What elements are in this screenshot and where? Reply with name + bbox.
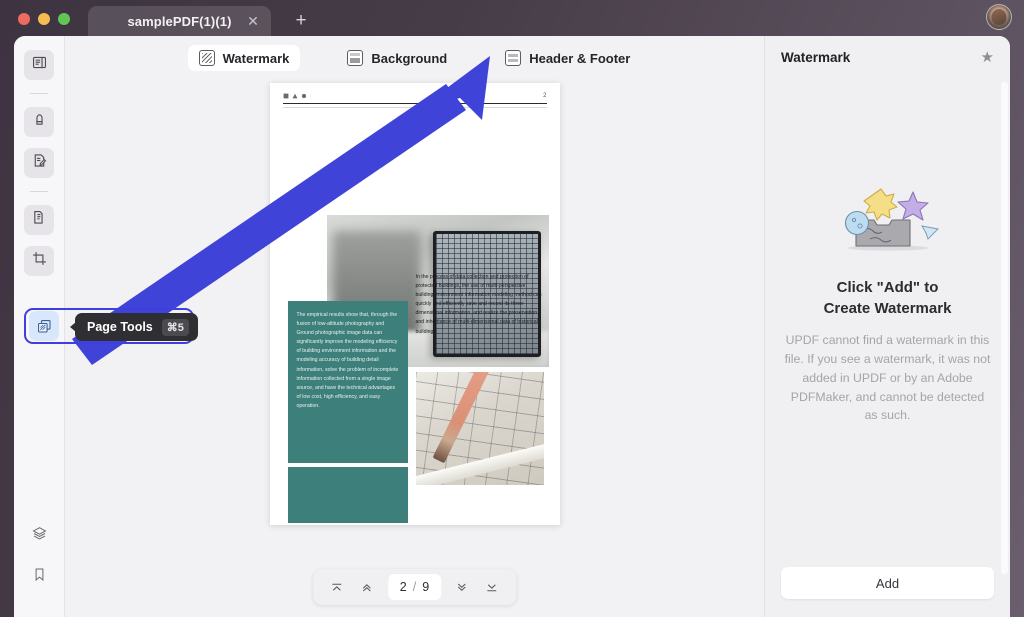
pdf-photo-blueprint: [416, 372, 544, 485]
pages-copy-icon: [31, 209, 48, 231]
panel-empty-state: Click "Add" to Create Watermark UPDF can…: [765, 78, 1010, 567]
empty-state-description: UPDF cannot find a watermark in this fil…: [783, 331, 992, 424]
pdf-body-text: In the process of data collection and pr…: [416, 273, 542, 337]
empty-state-title: Click "Add" to Create Watermark: [824, 278, 952, 319]
next-page-icon[interactable]: [448, 574, 476, 600]
avatar[interactable]: [986, 4, 1012, 30]
crop-icon: [31, 250, 48, 272]
last-page-icon[interactable]: [478, 574, 506, 600]
sidebar-item-page-tools[interactable]: Page Tools ⌘5: [24, 308, 194, 344]
app-window: Page Tools ⌘5 Watermark Background Heade…: [14, 36, 1010, 617]
tab-header-footer[interactable]: Header & Footer: [494, 45, 641, 71]
page-rule: [283, 103, 547, 104]
empty-state-title-text: Click "Add" to Create Watermark: [824, 279, 952, 317]
add-watermark-button[interactable]: Add: [781, 567, 994, 599]
tab-title: samplePDF(1)(1): [127, 14, 231, 29]
page-number-input[interactable]: 2 / 9: [388, 574, 441, 600]
close-icon[interactable]: ✕: [246, 14, 260, 28]
book-reader-icon: [31, 54, 48, 76]
layers-icon: [31, 525, 48, 547]
sidebar-item-reader[interactable]: [24, 50, 54, 80]
sidebar-item-layers[interactable]: [24, 521, 54, 551]
panel-scrollbar[interactable]: [1001, 82, 1008, 574]
sidebar-divider: [30, 191, 48, 192]
close-window-button[interactable]: [18, 13, 30, 25]
tab-background-label: Background: [371, 51, 447, 66]
title-bar: samplePDF(1)(1) ✕ +: [0, 0, 1024, 36]
page-rule-secondary: [283, 107, 547, 108]
sidebar-item-organize-pages[interactable]: [24, 205, 54, 235]
sidebar-item-edit-pdf[interactable]: [24, 148, 54, 178]
page-tools-icon: [29, 311, 59, 341]
panel-header: Watermark ★: [765, 36, 1010, 78]
empty-box-icon: [830, 180, 946, 256]
star-icon[interactable]: ★: [981, 50, 994, 65]
pdf-page-number: 2: [543, 93, 546, 99]
first-page-icon[interactable]: [323, 574, 351, 600]
current-page-value: 2: [400, 580, 407, 594]
tooltip-label: Page Tools: [87, 320, 153, 334]
maximize-window-button[interactable]: [58, 13, 70, 25]
pdf-page: 2 The empirical results show that, throu…: [270, 83, 560, 525]
minimize-window-button[interactable]: [38, 13, 50, 25]
previous-page-icon[interactable]: [353, 574, 381, 600]
sidebar-divider: [30, 93, 48, 94]
edit-document-icon: [31, 152, 48, 174]
page-navigation[interactable]: 2 / 9: [313, 569, 516, 605]
plus-icon[interactable]: +: [291, 11, 311, 30]
feature-toolbar: Watermark Background Header & Footer: [65, 36, 764, 74]
watermark-icon: [199, 50, 215, 66]
sidebar-bottom-group: [14, 521, 64, 603]
sidebar-item-annotate[interactable]: [24, 107, 54, 137]
pdf-teal-text-box: The empirical results show that, through…: [288, 301, 408, 463]
tab-header-footer-label: Header & Footer: [529, 51, 630, 66]
watermark-panel: Watermark ★ Click "Add" to: [764, 36, 1010, 617]
pdf-viewer[interactable]: 2 The empirical results show that, throu…: [65, 74, 764, 617]
page-tools-tooltip: Page Tools ⌘5: [75, 313, 198, 341]
window-controls[interactable]: [0, 13, 70, 36]
tooltip-shortcut: ⌘5: [162, 319, 189, 336]
pdf-page-header: 2: [283, 83, 547, 101]
pdf-teal-block: [288, 467, 408, 523]
header-footer-icon: [505, 50, 521, 66]
panel-footer: Add: [765, 567, 1010, 617]
tab-watermark-label: Watermark: [223, 51, 290, 66]
panel-title: Watermark: [781, 50, 850, 65]
sidebar-item-crop[interactable]: [24, 246, 54, 276]
highlighter-pen-icon: [31, 111, 48, 133]
tab-background[interactable]: Background: [336, 45, 458, 71]
document-tab[interactable]: samplePDF(1)(1) ✕: [88, 6, 271, 36]
page-header-glyphs: [283, 93, 307, 99]
total-pages-value: 9: [422, 580, 429, 594]
sidebar-item-bookmarks[interactable]: [24, 562, 54, 592]
background-icon: [347, 50, 363, 66]
page-separator: /: [413, 580, 416, 594]
tab-watermark[interactable]: Watermark: [188, 45, 301, 71]
bookmark-icon: [31, 566, 48, 588]
